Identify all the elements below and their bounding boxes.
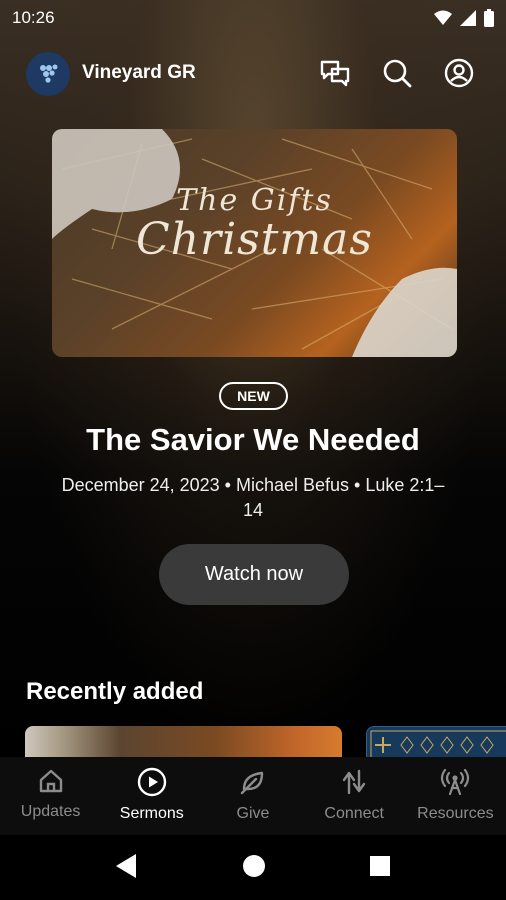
hero-background — [0, 0, 506, 760]
artwork-title: The Gifts Christmas — [52, 183, 457, 265]
recents-square-icon[interactable] — [368, 853, 392, 879]
bottom-navigation: Updates Sermons Give Connect Resources — [0, 757, 506, 835]
new-badge: NEW — [219, 382, 288, 410]
nav-label: Updates — [20, 803, 81, 820]
watch-now-button[interactable]: Watch now — [159, 544, 349, 605]
status-icons — [434, 9, 494, 27]
broadcast-icon — [441, 768, 470, 796]
system-navigation-bar — [0, 835, 506, 900]
church-logo[interactable] — [26, 52, 70, 96]
sermon-meta: December 24, 2023 • Michael Befus • Luke… — [61, 475, 445, 520]
battery-icon — [484, 9, 494, 27]
nav-item-sermons[interactable]: Sermons — [101, 757, 202, 835]
profile-button[interactable] — [442, 56, 476, 90]
status-bar: 10:26 — [0, 0, 506, 36]
app-bar: Vineyard GR — [0, 50, 506, 100]
back-icon[interactable] — [114, 853, 138, 879]
chat-button[interactable] — [318, 56, 352, 90]
cell-signal-icon — [460, 10, 476, 26]
give-leaf-icon — [240, 771, 264, 795]
status-time: 10:26 — [12, 8, 55, 27]
home-icon — [39, 769, 62, 793]
nav-label: Connect — [324, 805, 384, 822]
search-icon — [383, 59, 412, 88]
section-heading-recent: Recently added — [26, 678, 204, 705]
nav-item-updates[interactable]: Updates — [0, 757, 101, 835]
search-button[interactable] — [380, 56, 414, 90]
grape-logo-icon — [40, 64, 58, 83]
featured-sermon-artwork[interactable]: The Gifts Christmas — [52, 129, 457, 357]
nav-label: Resources — [417, 805, 494, 822]
nav-label: Sermons — [119, 805, 184, 822]
artwork-title-line1: The Gifts — [176, 183, 333, 218]
artwork-title-line2: Christmas — [136, 214, 373, 265]
play-circle-icon — [137, 767, 166, 797]
nav-item-connect[interactable]: Connect — [304, 757, 405, 835]
chat-icon — [320, 60, 350, 87]
sermon-title: The Savior We Needed — [86, 422, 420, 457]
connect-arrows-icon — [343, 769, 366, 795]
nav-label: Give — [236, 805, 270, 822]
home-circle-icon[interactable] — [242, 853, 266, 879]
nav-item-resources[interactable]: Resources — [405, 757, 506, 835]
nav-item-give[interactable]: Give — [202, 757, 303, 835]
wifi-icon — [434, 10, 452, 25]
brand-name: Vineyard GR — [82, 62, 196, 83]
account-icon — [444, 58, 474, 88]
